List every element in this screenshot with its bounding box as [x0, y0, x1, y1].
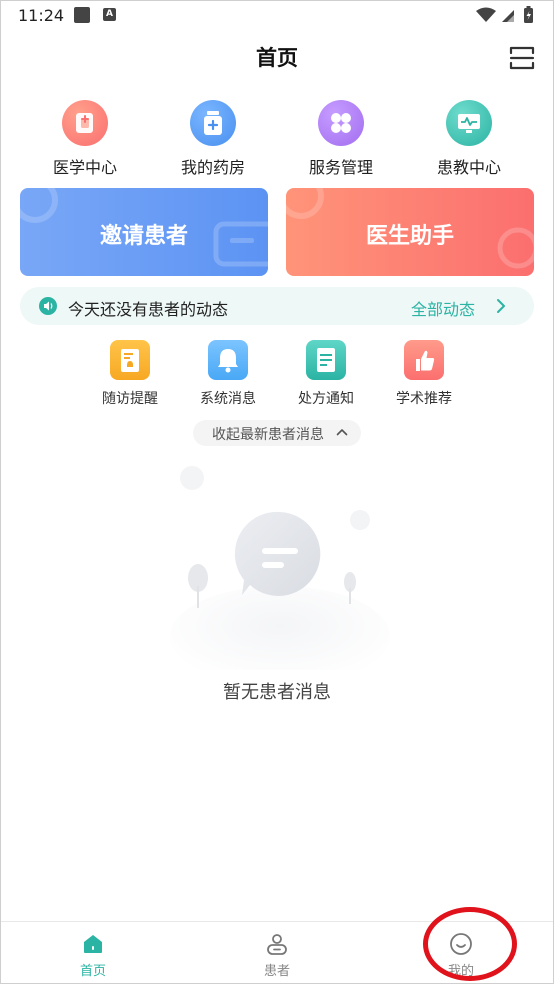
tab-label: 患者 [263, 964, 290, 979]
invite-patient-button[interactable]: 邀请患者 [20, 188, 268, 276]
notification-square-icon [74, 7, 90, 23]
chevron-up-icon [336, 429, 348, 436]
page-title: 首页 [256, 46, 298, 70]
quick-nav-service-management[interactable]: 服务管理 [286, 98, 396, 180]
all-activity-link[interactable]: 全部动态 [411, 296, 475, 320]
home-icon [84, 935, 102, 953]
doctor-assistant-button[interactable]: 医生助手 [286, 188, 534, 276]
tab-label: 首页 [79, 964, 106, 979]
quick-nav-label: 患教中心 [436, 158, 501, 177]
empty-state-text: 暂无患者消息 [223, 682, 331, 703]
chevron-right-icon[interactable] [494, 298, 508, 314]
medical-center-icon [62, 100, 108, 146]
category-prescription-notice[interactable]: 处方通知 [281, 340, 371, 410]
follow-up-reminder-icon [110, 340, 150, 380]
status-time: 11:24 [18, 6, 65, 25]
system-message-icon [208, 340, 248, 380]
patient-education-icon [446, 100, 492, 146]
highlight-ring-annotation [423, 907, 517, 981]
category-label: 学术推荐 [396, 391, 452, 407]
status-indicators [476, 6, 533, 23]
quick-nav-patient-education[interactable]: 患教中心 [414, 98, 524, 180]
status-bar: 11:24 A [0, 0, 554, 30]
quick-nav-label: 医学中心 [52, 158, 117, 177]
patient-icon [267, 934, 287, 955]
category-system-message[interactable]: 系统消息 [183, 340, 273, 410]
service-management-icon [318, 100, 364, 146]
category-label: 随访提醒 [102, 391, 158, 407]
academic-recommend-icon [404, 340, 444, 380]
category-label: 系统消息 [200, 391, 256, 407]
speaker-icon [39, 297, 57, 315]
tab-home[interactable]: 首页 [1, 922, 185, 984]
prescription-notice-icon [306, 340, 346, 380]
notice-text: 今天还没有患者的动态 [68, 300, 229, 319]
category-follow-up-reminder[interactable]: 随访提醒 [85, 340, 175, 410]
collapse-label: 收起最新患者消息 [212, 427, 324, 443]
notification-a-icon: A [103, 8, 116, 21]
category-label: 处方通知 [298, 391, 354, 407]
quick-nav-label: 我的药房 [180, 158, 245, 177]
quick-nav-pharmacy[interactable]: 我的药房 [158, 98, 268, 180]
empty-messages-illustration [170, 466, 390, 670]
doctor-assistant-label: 医生助手 [365, 224, 454, 249]
invite-patient-label: 邀请患者 [99, 224, 188, 249]
wifi-icon [476, 7, 496, 22]
pharmacy-icon [190, 100, 236, 146]
quick-nav-label: 服务管理 [308, 158, 373, 177]
tab-patients[interactable]: 患者 [185, 922, 369, 984]
scan-icon[interactable] [508, 44, 536, 72]
quick-nav-medical-center[interactable]: 医学中心 [30, 98, 140, 180]
category-academic-recommend[interactable]: 学术推荐 [379, 340, 469, 410]
patient-activity-notice: 今天还没有患者的动态 全部动态 [20, 287, 534, 325]
collapse-messages-button[interactable]: 收起最新患者消息 [193, 420, 361, 446]
